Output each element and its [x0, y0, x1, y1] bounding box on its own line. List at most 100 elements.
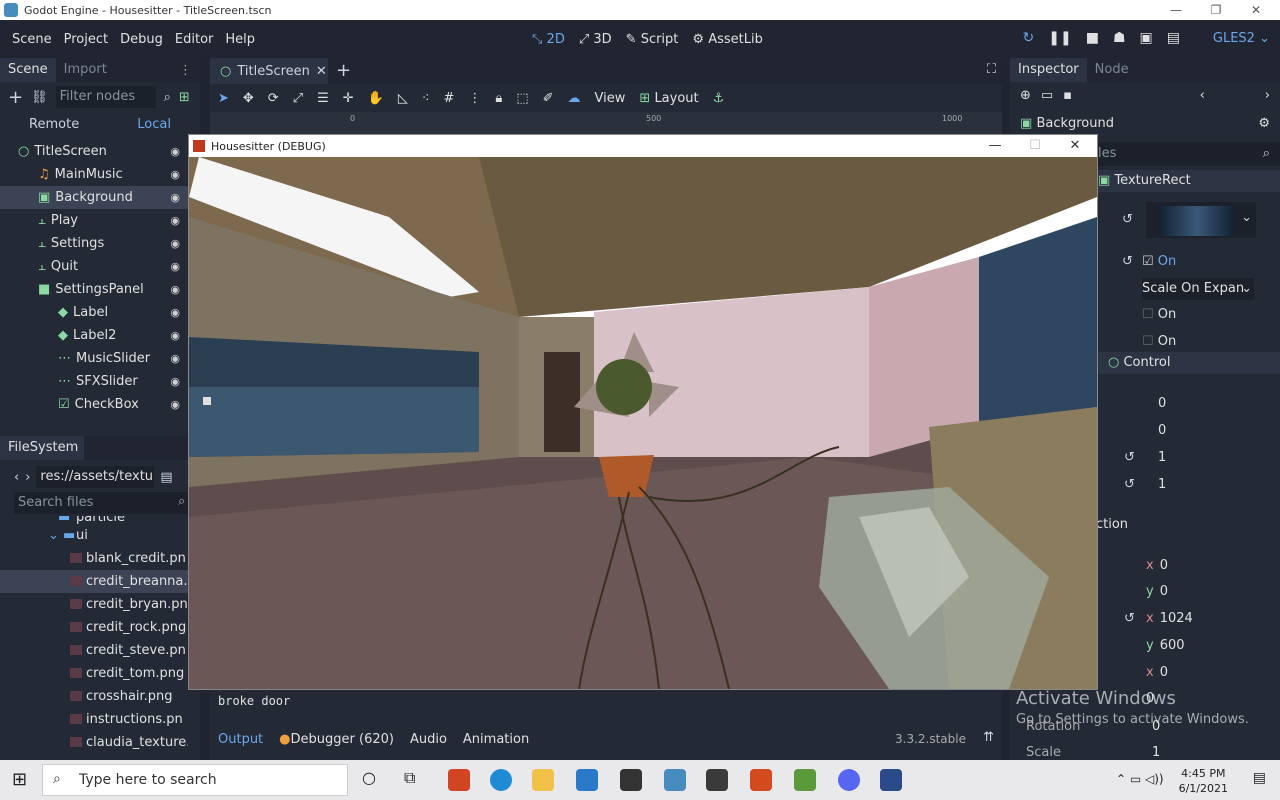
expand-checkbox[interactable]: ☑ On [1142, 251, 1176, 273]
play-scene-icon[interactable]: ▣ [1140, 30, 1153, 46]
mail-icon[interactable] [576, 769, 598, 791]
file-item[interactable]: claudia_texture.p [0, 731, 188, 754]
position-y-field[interactable]: y0 [1146, 581, 1168, 603]
scene-node-mainmusic[interactable]: ♫ MainMusic ◉ [0, 163, 188, 186]
pan-icon[interactable]: ✋ [368, 91, 384, 106]
git-icon[interactable] [794, 769, 816, 791]
menu-help[interactable]: Help [219, 32, 261, 47]
tab-audio[interactable]: Audio [410, 732, 447, 747]
size-y-field[interactable]: y 600 [1146, 635, 1185, 657]
scene-node-play[interactable]: ⫠ Play ◉ [0, 209, 188, 232]
scene-node-settingspanel[interactable]: ■ SettingsPanel ◉ [0, 278, 188, 301]
scene-node-background[interactable]: ▣ Background ◉ [0, 186, 188, 209]
reset-anchor-right-icon[interactable]: ↺ [1124, 450, 1135, 465]
scale-tool-icon[interactable]: ⤢ [293, 91, 303, 106]
ruler-icon[interactable]: ◺ [398, 91, 408, 106]
texture-chevron-icon[interactable]: ⌄ [1241, 210, 1252, 225]
tab-filesystem[interactable]: FileSystem [0, 436, 84, 460]
anchor-right-field[interactable]: 1 [1158, 447, 1166, 469]
scene-node-label[interactable]: ◆ Label ◉ [0, 301, 188, 324]
view-menu[interactable]: View [595, 91, 626, 106]
lock-icon[interactable]: 🔒︎ [495, 91, 502, 106]
file-item[interactable]: credit_steve.pn [0, 639, 188, 662]
min-size-x-field[interactable]: x0 [1146, 662, 1168, 684]
file-item[interactable]: credit_tom.png [0, 662, 188, 685]
office-icon[interactable] [448, 769, 470, 791]
reset-anchor-bottom-icon[interactable]: ↺ [1124, 477, 1135, 492]
renderer-select[interactable]: GLES2 ⌄ [1213, 31, 1270, 46]
selected-node-row[interactable]: ▣ Background ⚙ [1010, 116, 1280, 131]
scene-node-checkbox[interactable]: ☑ CheckBox ◉ [0, 393, 188, 416]
workspace-assetlib[interactable]: ⚙ AssetLib [692, 32, 762, 47]
pause-icon[interactable]: ❚❚ [1048, 30, 1071, 46]
menu-editor[interactable]: Editor [169, 32, 219, 47]
scene-node-quit[interactable]: ⫠ Quit ◉ [0, 255, 188, 278]
store-icon[interactable] [706, 769, 728, 791]
visibility-eye-icon[interactable]: ◉ [170, 375, 180, 388]
scene-node-titlescreen[interactable]: ○ TitleScreen ◉ [0, 140, 188, 163]
play-custom-icon[interactable]: ▤ [1167, 30, 1180, 46]
rotate-tool-icon[interactable]: ⟳ [268, 91, 279, 106]
texture-preview[interactable]: ⌄ [1146, 202, 1256, 238]
local-button[interactable]: Local [137, 117, 171, 132]
group-icon[interactable]: ⬚ [516, 91, 528, 106]
file-explorer-icon[interactable] [532, 769, 554, 791]
windows-start-icon[interactable]: ⊞ [12, 769, 27, 790]
godot-taskbar-icon[interactable] [664, 769, 686, 791]
file-item[interactable]: credit_breanna. [0, 570, 188, 593]
tab-node[interactable]: Node [1087, 58, 1137, 82]
stretch-mode-select[interactable]: Scale On Expan ⌄ [1142, 278, 1254, 300]
visibility-eye-icon[interactable]: ◉ [170, 283, 180, 296]
properties-menu-icon[interactable]: ⚙ [1258, 116, 1270, 131]
kebab-menu-icon[interactable]: ⋮ [179, 63, 192, 78]
more-icon[interactable]: ⋮ [468, 91, 481, 106]
visibility-eye-icon[interactable]: ◉ [170, 306, 180, 319]
file-item[interactable]: credit_bryan.pn [0, 593, 188, 616]
anchor-left-field[interactable]: 0 [1158, 393, 1166, 415]
split-view-icon[interactable]: ▤ [160, 470, 172, 485]
close-tab-icon[interactable]: ✕ [316, 64, 327, 79]
android-icon[interactable]: ☗ [1113, 30, 1126, 46]
taskbar-clock[interactable]: 4:45 PM 6/1/2021 [1179, 766, 1228, 796]
filesystem-path[interactable]: res://assets/textur [36, 466, 155, 488]
tab-scene[interactable]: Scene [0, 58, 56, 82]
visibility-eye-icon[interactable]: ◉ [170, 260, 180, 273]
stop-icon[interactable]: ■ [1086, 30, 1099, 46]
size-x-field[interactable]: x 1024 [1146, 608, 1193, 630]
filter-nodes-input[interactable]: Filter nodes [55, 86, 156, 108]
remote-button[interactable]: Remote [29, 117, 79, 132]
tab-import[interactable]: Import [56, 58, 115, 82]
edge-icon[interactable] [490, 769, 512, 791]
back-icon[interactable]: ‹ [14, 470, 19, 485]
debug-maximize-icon[interactable]: ☐ [1015, 135, 1055, 157]
min-size-y-value[interactable]: 0 [1146, 688, 1154, 710]
file-item[interactable]: instructions.pn [0, 708, 188, 731]
position-x-field[interactable]: x0 [1146, 555, 1168, 577]
anchor-bottom-field[interactable]: 1 [1158, 474, 1166, 496]
workspace-script[interactable]: ✎ Script [626, 32, 679, 47]
reset-expand-icon[interactable]: ↺ [1122, 254, 1133, 269]
visibility-eye-icon[interactable]: ◉ [170, 398, 180, 411]
notification-icon[interactable]: ▤ [1253, 770, 1266, 786]
search-files-input[interactable]: Search files [14, 492, 188, 514]
add-node-icon[interactable]: + [8, 87, 23, 108]
move-tool-icon[interactable]: ✥ [243, 91, 254, 106]
taskbar-search[interactable]: ⌕ Type here to search [42, 764, 348, 796]
scene-node-label2[interactable]: ◆ Label2 ◉ [0, 324, 188, 347]
visibility-eye-icon[interactable]: ◉ [170, 191, 180, 204]
link-icon[interactable]: ⛓ [31, 90, 48, 105]
visibility-eye-icon[interactable]: ◉ [170, 168, 180, 181]
menu-project[interactable]: Project [58, 32, 114, 47]
tab-output[interactable]: Output [218, 732, 263, 747]
debug-close-icon[interactable]: ✕ [1055, 135, 1095, 157]
task-view-icon[interactable]: ⧉ [404, 768, 415, 788]
cortana-icon[interactable]: ○ [362, 768, 376, 787]
save-icon[interactable]: ▪ [1063, 88, 1072, 103]
app-icon[interactable] [750, 769, 772, 791]
tab-debugger[interactable]: ●Debugger (620) [279, 732, 394, 747]
minimize-icon[interactable]: — [1158, 0, 1194, 20]
scene-node-sfxslider[interactable]: ⋯ SFXSlider ◉ [0, 370, 188, 393]
create-resource-icon[interactable]: ⊕ [1020, 88, 1031, 103]
tab-titlescreen[interactable]: ○ TitleScreen ✕ [210, 58, 328, 84]
reset-texture-icon[interactable]: ↺ [1122, 212, 1133, 227]
